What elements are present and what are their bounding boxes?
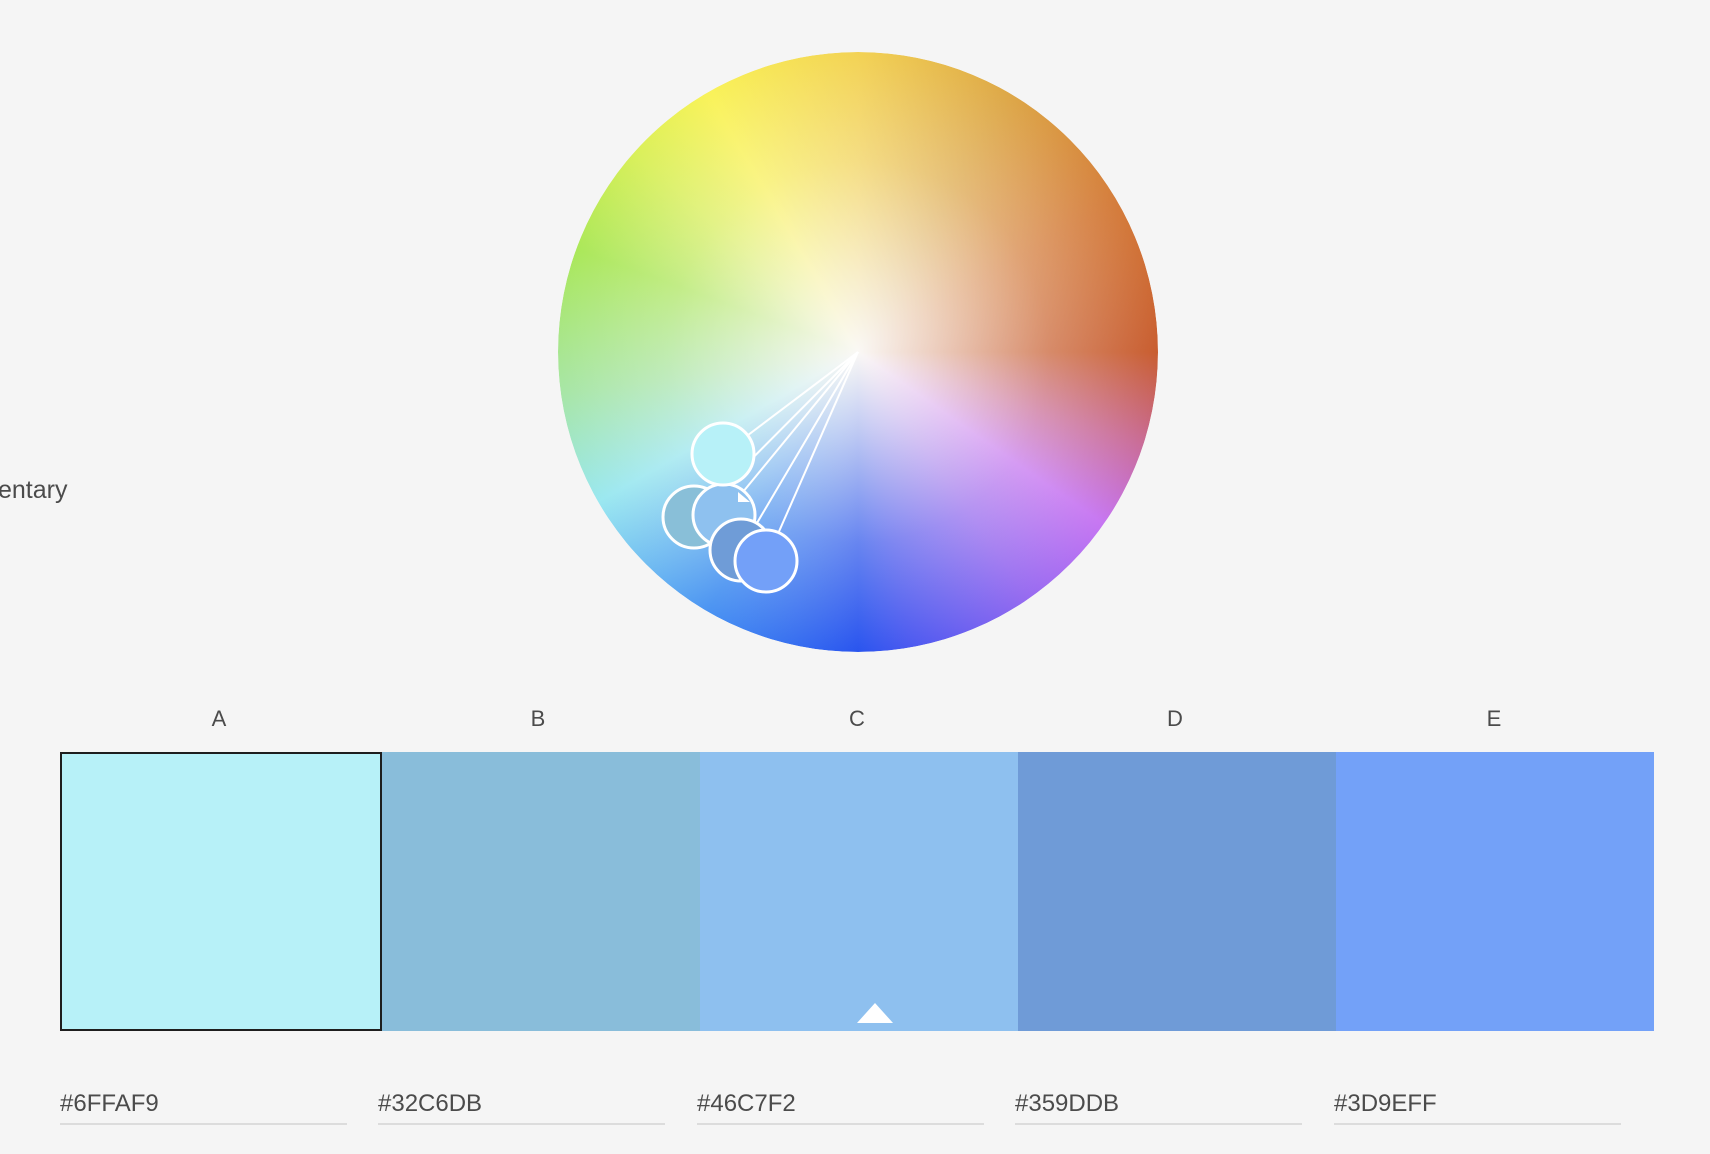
hex-input-d[interactable] <box>1015 1085 1302 1125</box>
swatch-e[interactable] <box>1336 752 1654 1031</box>
wheel-handle-a[interactable] <box>690 421 756 487</box>
hex-input-b[interactable] <box>378 1085 665 1125</box>
swatch-a[interactable] <box>60 752 382 1031</box>
swatch-b[interactable] <box>382 752 700 1031</box>
swatch-c[interactable] <box>700 752 1018 1031</box>
base-color-caret-icon <box>857 1003 893 1023</box>
color-wheel[interactable] <box>558 52 1158 652</box>
swatch-label-b: B <box>530 706 546 731</box>
swatch-label-a: A <box>211 706 227 731</box>
wheel-handle-e[interactable] <box>733 528 799 594</box>
swatch-label-c: C <box>849 706 865 731</box>
handle-line-e <box>765 351 859 562</box>
hex-input-e[interactable] <box>1334 1085 1621 1125</box>
hex-input-a[interactable] <box>60 1085 347 1125</box>
wheel-handles-overlay <box>661 351 859 594</box>
swatch-label-e: E <box>1486 706 1502 731</box>
harmony-rule-label[interactable]: entary <box>0 476 67 505</box>
hex-input-c[interactable] <box>697 1085 984 1125</box>
swatch-label-d: D <box>1167 706 1183 731</box>
swatch-d[interactable] <box>1018 752 1336 1031</box>
